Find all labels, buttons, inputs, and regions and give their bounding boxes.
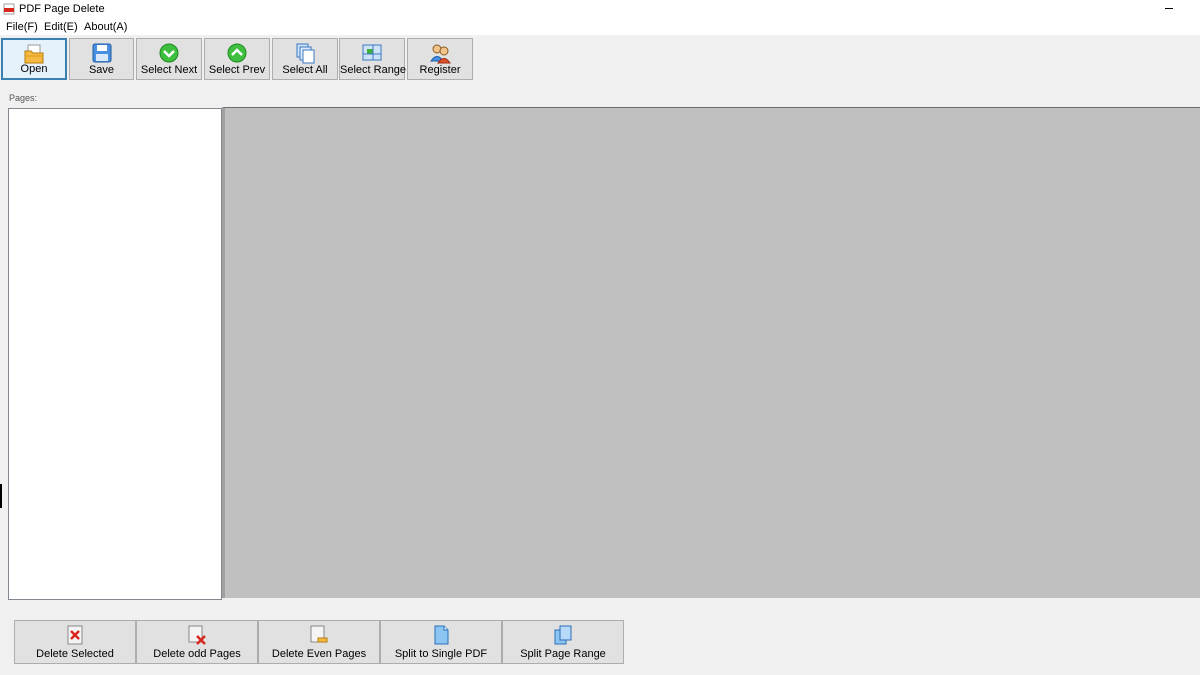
delete-selected-button[interactable]: Delete Selected bbox=[14, 620, 136, 664]
register-label: Register bbox=[419, 64, 461, 76]
split-page-range-button[interactable]: Split Page Range bbox=[502, 620, 624, 664]
menu-bar: File(F) Edit(E) About(A) bbox=[0, 19, 1200, 35]
menu-about[interactable]: About(A) bbox=[84, 20, 127, 34]
green-up-arrow-icon bbox=[227, 43, 247, 63]
window-edge-marker bbox=[0, 484, 2, 508]
range-grid-icon bbox=[362, 44, 382, 61]
save-label: Save bbox=[88, 64, 115, 76]
select-range-label: Select Range bbox=[340, 64, 407, 76]
split-page-range-label: Split Page Range bbox=[520, 648, 606, 660]
menu-edit[interactable]: Edit(E) bbox=[44, 20, 78, 34]
pages-label: Pages: bbox=[9, 93, 38, 103]
register-button[interactable]: Register bbox=[407, 38, 473, 80]
minimize-button[interactable] bbox=[1162, 0, 1176, 19]
split-to-single-pdf-label: Split to Single PDF bbox=[394, 648, 488, 660]
floppy-disk-icon bbox=[92, 43, 111, 63]
select-all-button[interactable]: Select All bbox=[272, 38, 338, 80]
pdf-app-icon bbox=[3, 3, 15, 15]
select-range-button[interactable]: Select Range bbox=[339, 38, 407, 80]
delete-odd-pages-button[interactable]: Delete odd Pages bbox=[136, 620, 258, 664]
delete-odd-pages-icon bbox=[188, 625, 206, 645]
window-title: PDF Page Delete bbox=[19, 3, 105, 15]
delete-even-pages-label: Delete Even Pages bbox=[271, 648, 367, 660]
delete-selected-label: Delete Selected bbox=[36, 648, 114, 660]
title-bar: PDF Page Delete bbox=[0, 0, 1200, 19]
delete-even-pages-icon bbox=[310, 625, 328, 643]
select-next-label: Select Next bbox=[140, 64, 198, 76]
action-bar: Delete Selected Delete odd Pages Delete … bbox=[14, 620, 626, 665]
menu-file[interactable]: File(F) bbox=[6, 20, 38, 34]
delete-page-icon bbox=[67, 625, 83, 645]
open-label: Open bbox=[20, 63, 48, 75]
split-to-single-pdf-button[interactable]: Split to Single PDF bbox=[380, 620, 502, 664]
folder-open-icon bbox=[24, 44, 44, 64]
stacked-pages-icon bbox=[296, 43, 315, 64]
toolbar: Open Save Select Next Select Prev Select… bbox=[0, 35, 1200, 85]
pages-list[interactable] bbox=[8, 108, 222, 600]
open-button[interactable]: Open bbox=[1, 38, 67, 80]
green-down-arrow-icon bbox=[159, 43, 179, 63]
select-prev-label: Select Prev bbox=[208, 64, 266, 76]
split-single-icon bbox=[434, 625, 449, 645]
save-button[interactable]: Save bbox=[69, 38, 134, 80]
select-all-label: Select All bbox=[282, 64, 328, 76]
delete-odd-pages-label: Delete odd Pages bbox=[153, 648, 241, 660]
split-range-icon bbox=[554, 625, 572, 645]
users-icon bbox=[430, 44, 451, 64]
select-prev-button[interactable]: Select Prev bbox=[204, 38, 270, 80]
page-preview-area[interactable] bbox=[222, 107, 1200, 598]
select-next-button[interactable]: Select Next bbox=[136, 38, 202, 80]
delete-even-pages-button[interactable]: Delete Even Pages bbox=[258, 620, 380, 664]
